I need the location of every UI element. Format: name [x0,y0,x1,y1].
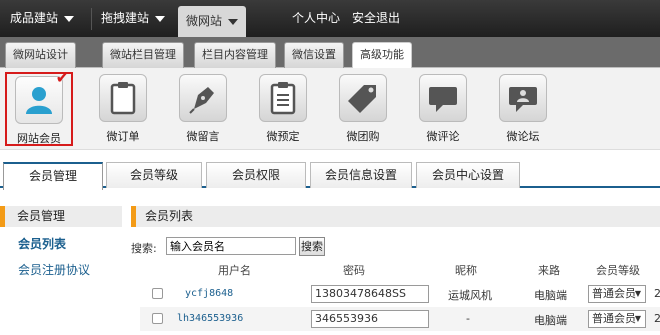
nav-tuozhuai[interactable]: 拖拽建站 [101,0,166,37]
search-input[interactable] [166,237,296,255]
tab-content-manage[interactable]: 栏目内容管理 [194,42,276,68]
feature-members[interactable]: ✔ 网站会员 [5,68,73,146]
checklist-icon [259,74,307,122]
table-row: ycfj8648 13803478648SS 运城风机 电脑端 普通会员 ▼ 2 [140,282,660,306]
row-checkbox[interactable] [152,313,163,324]
nav-tuozhuai-label: 拖拽建站 [101,11,150,25]
module-tab-bar: 微网站设计 微站栏目管理 栏目内容管理 微信设置 高级功能 [0,37,660,69]
table-row: lh346553936 346553936 - 电脑端 普通会员 ▼ 2 [140,307,660,331]
row-username[interactable]: ycfj8648 [185,288,233,299]
tag-icon [339,74,387,122]
sidebar-item-register-agreement[interactable]: 会员注册协议 [18,261,90,278]
row-trailing-value: 2 [654,287,660,300]
row-nickname: - [466,312,470,325]
tab-site-design[interactable]: 微网站设计 [5,42,76,68]
tab-member-manage[interactable]: 会员管理 [3,162,103,190]
nav-chengpin-label: 成品建站 [10,11,59,25]
feature-groupbuy[interactable]: 微团购 [329,72,397,146]
chevron-down-icon [64,15,75,22]
feature-comments-label: 微评论 [426,130,460,143]
row-username[interactable]: lh346553936 [177,313,243,324]
search-label: 搜索: [131,242,157,255]
checkmark-icon: ✔ [55,68,69,87]
forum-icon [499,74,547,122]
col-header-username: 用户名 [218,264,251,277]
sidebar-title: 会员管理 [0,206,122,227]
tab-advanced[interactable]: 高级功能 [352,42,412,69]
user-center-link[interactable]: 个人中心 [292,0,340,37]
chat-bubble-icon [419,74,467,122]
chevron-down-icon [155,15,166,22]
chevron-down-icon [228,18,239,25]
row-level-select[interactable]: 普通会员 ▼ [588,285,646,303]
row-password-field[interactable]: 346553936 [311,310,429,328]
row-level-select[interactable]: 普通会员 ▼ [588,310,646,328]
row-checkbox[interactable] [152,288,163,299]
search-button[interactable]: 搜索 [299,237,325,256]
row-source: 电脑端 [534,314,567,327]
feature-forum[interactable]: 微论坛 [489,72,557,146]
tab-column-manage[interactable]: 微站栏目管理 [102,42,184,68]
feature-booking[interactable]: 微预定 [249,72,317,146]
tab-member-info-settings[interactable]: 会员信息设置 [310,162,412,188]
row-level-value: 普通会员 [592,312,636,325]
feature-members-label: 网站会员 [17,132,61,145]
col-header-level: 会员等级 [596,264,640,277]
dropdown-arrow-icon: ▼ [634,289,641,298]
nav-weiwangzhan-label: 微网站 [186,14,223,28]
feature-orders[interactable]: 微订单 [89,72,157,146]
sidebar-item-member-list[interactable]: 会员列表 [18,235,66,252]
nav-chengpin[interactable]: 成品建站 [10,0,75,37]
dropdown-arrow-icon: ▼ [634,314,641,323]
row-source: 电脑端 [534,289,567,302]
col-header-nickname: 昵称 [455,264,477,277]
logout-link[interactable]: 安全退出 [352,0,400,37]
col-header-password: 密码 [343,264,365,277]
nav-weiwangzhan[interactable]: 微网站 [178,6,247,37]
row-nickname: 运城风机 [448,289,492,302]
tab-member-center-settings[interactable]: 会员中心设置 [416,162,520,188]
nav-divider [91,8,92,30]
pen-icon [179,74,227,122]
feature-forum-label: 微论坛 [506,130,540,143]
member-tabs: 会员管理 会员等级 会员权限 会员信息设置 会员中心设置 [0,160,660,190]
feature-booking-label: 微预定 [266,130,300,143]
row-level-value: 普通会员 [592,287,636,300]
row-password-field[interactable]: 13803478648SS [311,285,429,303]
tab-wechat-settings[interactable]: 微信设置 [284,42,344,68]
panel-title: 会员列表 [131,206,660,227]
row-trailing-value: 2 [654,312,660,325]
feature-icon-row: ✔ 网站会员 微订单 微留言 微预定 微团购 微评论 微论坛 [0,68,660,150]
clipboard-icon [99,74,147,122]
tab-member-level[interactable]: 会员等级 [106,162,202,188]
feature-orders-label: 微订单 [106,130,140,143]
top-nav: 成品建站 拖拽建站 微网站 个人中心 安全退出 [0,0,660,37]
feature-messages-label: 微留言 [186,130,220,143]
feature-groupbuy-label: 微团购 [346,130,380,143]
tab-member-permission[interactable]: 会员权限 [206,162,306,188]
col-header-source: 来路 [538,264,560,277]
feature-messages[interactable]: 微留言 [169,72,237,146]
feature-comments[interactable]: 微评论 [409,72,477,146]
